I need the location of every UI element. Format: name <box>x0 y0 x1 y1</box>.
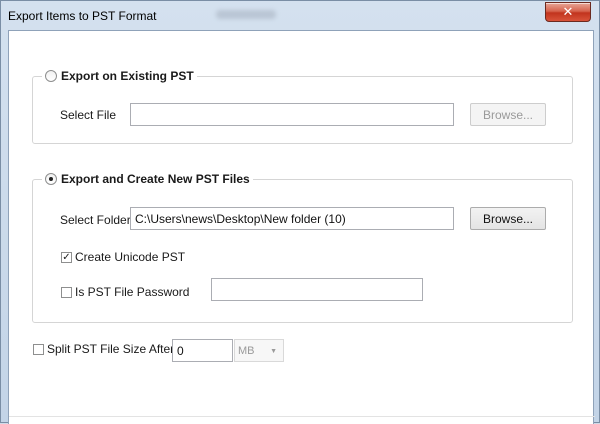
dialog-client-area: Export on Existing PST Select File Brows… <box>8 30 595 424</box>
new-pst-label: Export and Create New PST Files <box>61 172 250 186</box>
existing-pst-option[interactable]: Export on Existing PST <box>42 69 197 83</box>
window-title: Export Items to PST Format <box>8 9 157 23</box>
select-file-input[interactable] <box>130 103 454 126</box>
dialog-window: Export Items to PST Format ✕ Export on E… <box>0 0 600 424</box>
pst-password-option[interactable]: Is PST File Password <box>61 285 189 299</box>
close-button[interactable]: ✕ <box>545 2 591 22</box>
existing-pst-label: Export on Existing PST <box>61 69 194 83</box>
new-pst-radio[interactable] <box>45 173 57 185</box>
new-pst-group: Export and Create New PST Files Select F… <box>32 172 573 323</box>
dropdown-arrow-icon: ▼ <box>270 348 277 355</box>
pst-password-input[interactable] <box>211 278 423 301</box>
split-pst-label: Split PST File Size After <box>47 342 175 356</box>
new-pst-option[interactable]: Export and Create New PST Files <box>42 172 253 186</box>
existing-pst-group: Export on Existing PST Select File Brows… <box>32 69 573 144</box>
split-unit-value: MB <box>238 344 255 357</box>
close-icon: ✕ <box>562 4 574 19</box>
split-pst-checkbox[interactable] <box>33 343 44 355</box>
pst-password-checkbox[interactable] <box>61 286 72 298</box>
existing-pst-radio[interactable] <box>45 70 57 82</box>
unicode-pst-checkbox[interactable]: ✓ <box>61 251 72 263</box>
existing-browse-button[interactable]: Browse... <box>470 103 546 126</box>
title-bar[interactable]: Export Items to PST Format ✕ <box>1 1 600 31</box>
unicode-pst-label: Create Unicode PST <box>75 250 186 264</box>
split-pst-option[interactable]: Split PST File Size After <box>33 342 174 356</box>
select-folder-label: Select Folder <box>60 213 131 227</box>
checkmark-icon: ✓ <box>62 251 71 263</box>
select-file-label: Select File <box>60 108 117 122</box>
split-unit-select[interactable]: MB ▼ <box>234 339 284 362</box>
unicode-pst-option[interactable]: ✓ Create Unicode PST <box>61 250 185 264</box>
divider <box>9 416 595 417</box>
new-browse-button[interactable]: Browse... <box>470 207 546 230</box>
select-folder-input[interactable] <box>130 207 454 230</box>
title-bar-obscured-text <box>216 10 276 19</box>
split-size-input[interactable] <box>172 339 233 362</box>
pst-password-label: Is PST File Password <box>75 285 190 299</box>
